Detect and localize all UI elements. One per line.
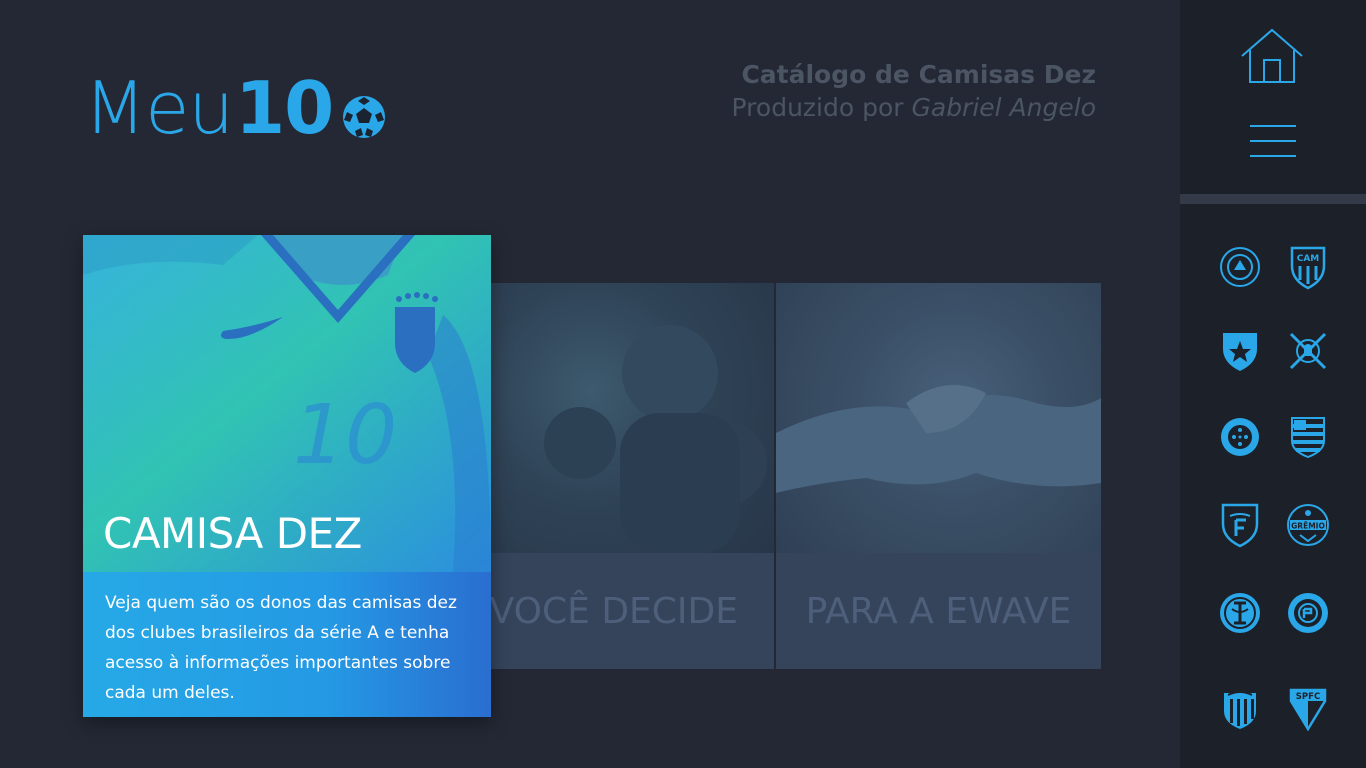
slide-voce-decide[interactable]: VOCÊ DECIDE <box>470 283 774 669</box>
featured-title: CAMISA DEZ <box>103 509 362 558</box>
byline-prefix: Produzido por <box>731 93 912 122</box>
handshake-silhouette <box>776 385 1101 493</box>
brand-logo[interactable]: Meu 10 <box>84 44 387 144</box>
fans-photo <box>470 283 774 553</box>
hamburger-menu-icon[interactable] <box>1246 122 1302 160</box>
gremio-icon[interactable]: GRÊMIO <box>1283 500 1333 550</box>
fluminense-icon[interactable] <box>1215 500 1265 550</box>
corinthians-icon[interactable] <box>1283 326 1333 376</box>
featured-card[interactable]: 10 CAMISA DEZ Veja quem são os donos das… <box>83 235 491 717</box>
slide-caption: PARA A EWAVE <box>776 553 1101 669</box>
catalog-header: Catálogo de Camisas Dez Produzido por Ga… <box>732 60 1096 122</box>
slide-caption: VOCÊ DECIDE <box>470 553 774 669</box>
santos-icon[interactable] <box>1215 684 1265 734</box>
slide-ewave[interactable]: PARA A EWAVE <box>776 283 1101 669</box>
sidebar-divider <box>1180 194 1366 204</box>
cruzeiro-icon[interactable] <box>1215 412 1265 462</box>
sidebar-nav <box>1180 0 1366 194</box>
botafogo-icon[interactable] <box>1215 326 1265 376</box>
sao-paulo-icon[interactable]: SPFC <box>1283 684 1333 734</box>
catalog-title: Catálogo de Camisas Dez <box>741 60 1096 89</box>
atletico-mineiro-icon[interactable]: CAM <box>1283 242 1333 292</box>
flamengo-icon[interactable] <box>1283 412 1333 462</box>
palmeiras-icon[interactable] <box>1283 588 1333 638</box>
handshake-photo <box>776 283 1101 553</box>
svg-text:GRÊMIO: GRÊMIO <box>1291 522 1325 531</box>
brand-word: Meu <box>84 66 234 150</box>
catalog-byline: Produzido por Gabriel Angelo <box>732 93 1096 122</box>
athletico-paranaense-icon[interactable] <box>1215 242 1265 292</box>
brand-number: 10 <box>235 66 334 150</box>
svg-text:SPFC: SPFC <box>1296 692 1320 702</box>
soccer-ball-icon <box>343 96 386 138</box>
featured-description: Veja quem são os donos das camisas dez d… <box>83 572 491 717</box>
author-name: Gabriel Angelo <box>911 93 1097 122</box>
svg-text:CAM: CAM <box>1297 254 1320 264</box>
home-icon[interactable] <box>1236 26 1308 86</box>
right-sidebar: CAM GRÊMIO SPFC <box>1180 0 1366 768</box>
internacional-icon[interactable] <box>1215 588 1265 638</box>
fans-silhouette <box>544 325 767 553</box>
shirt-number: 10 <box>293 388 397 483</box>
